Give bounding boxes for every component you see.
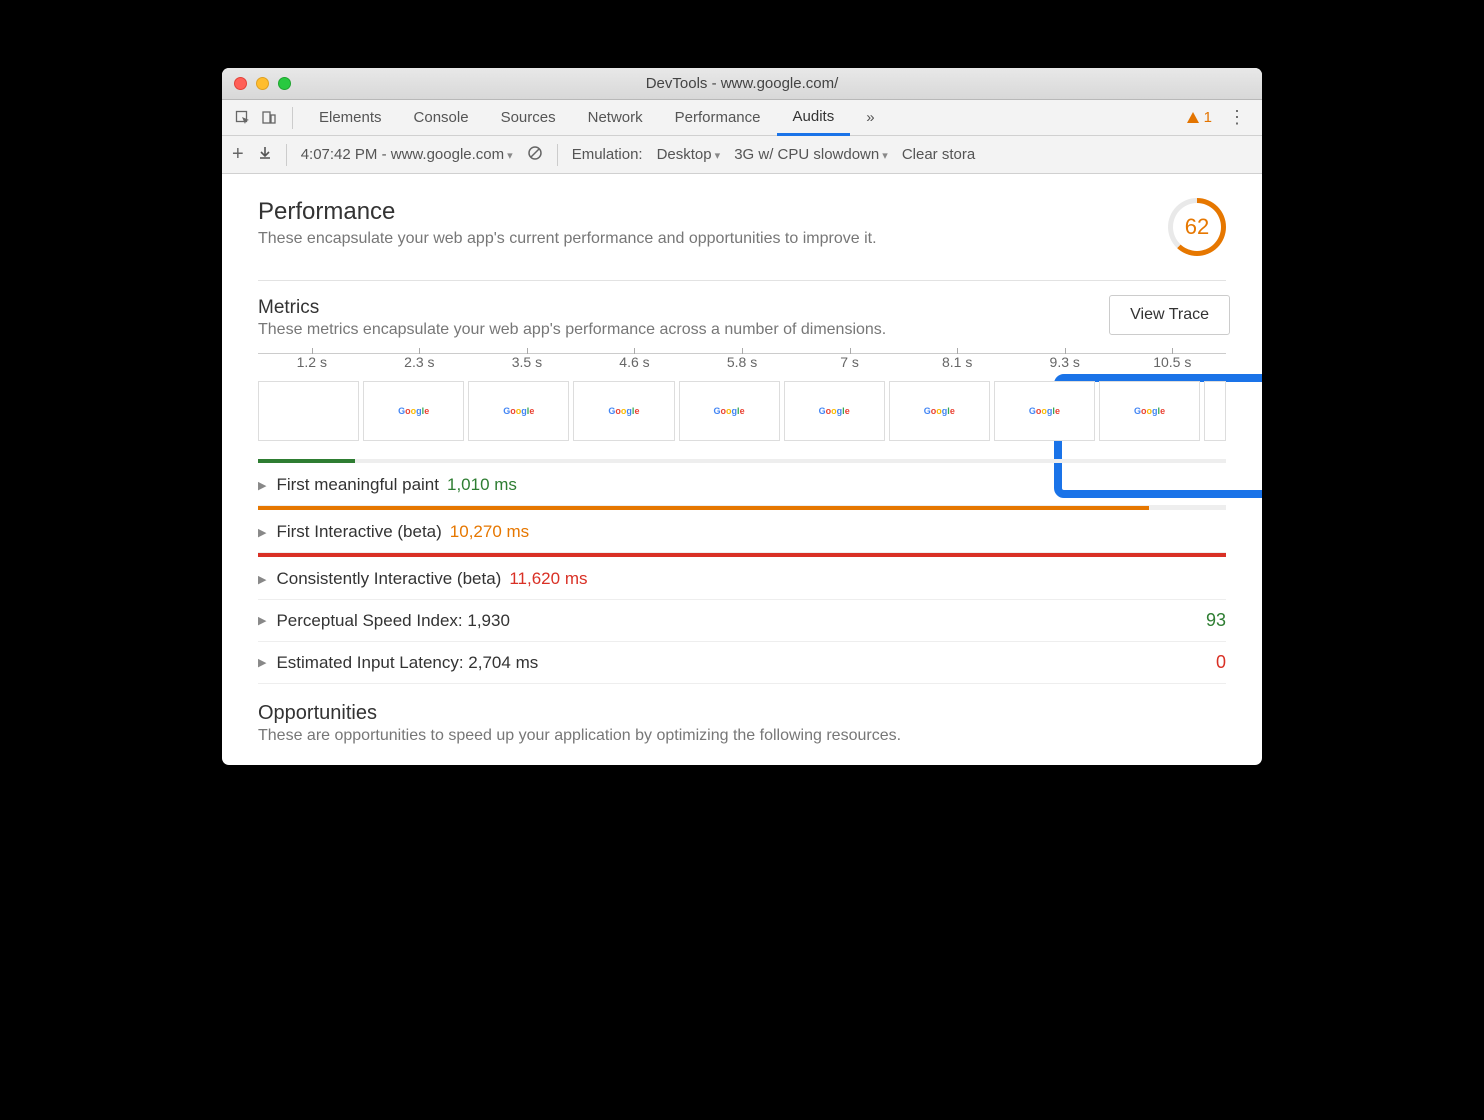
- filmstrip-frame: Google: [468, 381, 569, 441]
- performance-score-value: 62: [1185, 214, 1209, 240]
- metric-row[interactable]: ▶ Perceptual Speed Index: 1,930 93: [258, 600, 1226, 642]
- time-ticks: 1.2 s 2.3 s 3.5 s 4.6 s 5.8 s 7 s 8.1 s …: [258, 353, 1226, 377]
- expand-icon: ▶: [258, 526, 266, 539]
- tick: 7 s: [796, 354, 904, 377]
- metric-row[interactable]: ▶ First meaningful paint 1,010 ms: [258, 465, 1226, 506]
- new-audit-icon[interactable]: +: [232, 143, 244, 166]
- tab-sources[interactable]: Sources: [485, 100, 572, 136]
- filmstrip-frame: Google: [889, 381, 990, 441]
- tick: 5.8 s: [688, 354, 796, 377]
- expand-icon: ▶: [258, 614, 266, 627]
- clear-storage-label[interactable]: Clear stora: [902, 146, 975, 163]
- filmstrip-timeline: 1.2 s 2.3 s 3.5 s 4.6 s 5.8 s 7 s 8.1 s …: [258, 353, 1226, 441]
- metric-row[interactable]: ▶ Consistently Interactive (beta) 11,620…: [258, 559, 1226, 600]
- inspect-icon[interactable]: [230, 105, 256, 131]
- audit-run-dropdown[interactable]: 4:07:42 PM - www.google.com: [301, 146, 513, 163]
- expand-icon: ▶: [258, 573, 266, 586]
- tick: 2.3 s: [366, 354, 474, 377]
- tick: 9.3 s: [1011, 354, 1119, 377]
- metrics-subtitle: These metrics encapsulate your web app's…: [258, 321, 1226, 339]
- tick: 10.5 s: [1119, 354, 1227, 377]
- filmstrip-frame: Google: [1099, 381, 1200, 441]
- warnings-count: 1: [1204, 109, 1212, 126]
- metric-label: First meaningful paint: [276, 475, 439, 495]
- metric-value: 10,270 ms: [450, 522, 529, 542]
- performance-title: Performance: [258, 198, 877, 226]
- warnings-badge[interactable]: 1: [1186, 109, 1212, 126]
- view-trace-button[interactable]: View Trace: [1109, 295, 1230, 335]
- clear-icon[interactable]: [527, 145, 543, 165]
- metric-score: 93: [1206, 610, 1226, 631]
- performance-header: Performance These encapsulate your web a…: [258, 198, 1226, 256]
- titlebar: DevTools - www.google.com/: [222, 68, 1262, 100]
- metric-row[interactable]: ▶ First Interactive (beta) 10,270 ms: [258, 512, 1226, 553]
- metrics-section: View Trace Metrics These metrics encapsu…: [258, 280, 1226, 684]
- metric-score: 0: [1216, 652, 1226, 673]
- tabs-overflow[interactable]: »: [850, 100, 890, 136]
- metric-label: Consistently Interactive (beta): [276, 569, 501, 589]
- metric-label: Estimated Input Latency: 2,704 ms: [276, 653, 538, 673]
- filmstrip-frame: Google: [363, 381, 464, 441]
- kebab-menu-icon[interactable]: ⋮: [1220, 107, 1254, 128]
- tick: 3.5 s: [473, 354, 581, 377]
- filmstrip-frame: Google: [679, 381, 780, 441]
- metric-label: First Interactive (beta): [276, 522, 441, 542]
- audit-content: Performance These encapsulate your web a…: [222, 174, 1262, 765]
- opportunities-subtitle: These are opportunities to speed up your…: [258, 727, 1226, 745]
- audits-toolbar: + 4:07:42 PM - www.google.com Emulation:…: [222, 136, 1262, 174]
- filmstrip-frame: Google: [994, 381, 1095, 441]
- tick: 1.2 s: [258, 354, 366, 377]
- expand-icon: ▶: [258, 656, 266, 669]
- metric-row[interactable]: ▶ Estimated Input Latency: 2,704 ms 0: [258, 642, 1226, 684]
- tab-elements[interactable]: Elements: [303, 100, 398, 136]
- filmstrip-frame: Google: [573, 381, 674, 441]
- filmstrip-frame: Google: [784, 381, 885, 441]
- opportunities-section: Opportunities These are opportunities to…: [258, 702, 1226, 745]
- filmstrip: Google Google Google Google Google Googl…: [258, 381, 1226, 441]
- filmstrip-frame: [1204, 381, 1226, 441]
- emulation-label: Emulation:: [572, 146, 643, 163]
- devtools-window: DevTools - www.google.com/ Elements Cons…: [222, 68, 1262, 765]
- expand-icon: ▶: [258, 479, 266, 492]
- metric-value: 11,620 ms: [509, 569, 587, 589]
- metric-label: Perceptual Speed Index: 1,930: [276, 611, 509, 631]
- metric-rows: ▶ First meaningful paint 1,010 ms ▶ Firs…: [258, 459, 1226, 684]
- window-title: DevTools - www.google.com/: [222, 75, 1262, 92]
- download-icon[interactable]: [258, 146, 272, 164]
- filmstrip-frame: [258, 381, 359, 441]
- performance-subtitle: These encapsulate your web app's current…: [258, 230, 877, 248]
- tick: 4.6 s: [581, 354, 689, 377]
- tab-audits[interactable]: Audits: [777, 100, 851, 136]
- throttle-dropdown[interactable]: 3G w/ CPU slowdown: [734, 146, 888, 163]
- performance-score-gauge: 62: [1168, 198, 1226, 256]
- tick: 8.1 s: [903, 354, 1011, 377]
- opportunities-title: Opportunities: [258, 702, 1226, 725]
- device-dropdown[interactable]: Desktop: [657, 146, 721, 163]
- tab-network[interactable]: Network: [572, 100, 659, 136]
- tab-performance[interactable]: Performance: [659, 100, 777, 136]
- device-toggle-icon[interactable]: [256, 105, 282, 131]
- metrics-title: Metrics: [258, 297, 1226, 319]
- devtools-tabs: Elements Console Sources Network Perform…: [222, 100, 1262, 136]
- metric-value: 1,010 ms: [447, 475, 517, 495]
- tab-console[interactable]: Console: [398, 100, 485, 136]
